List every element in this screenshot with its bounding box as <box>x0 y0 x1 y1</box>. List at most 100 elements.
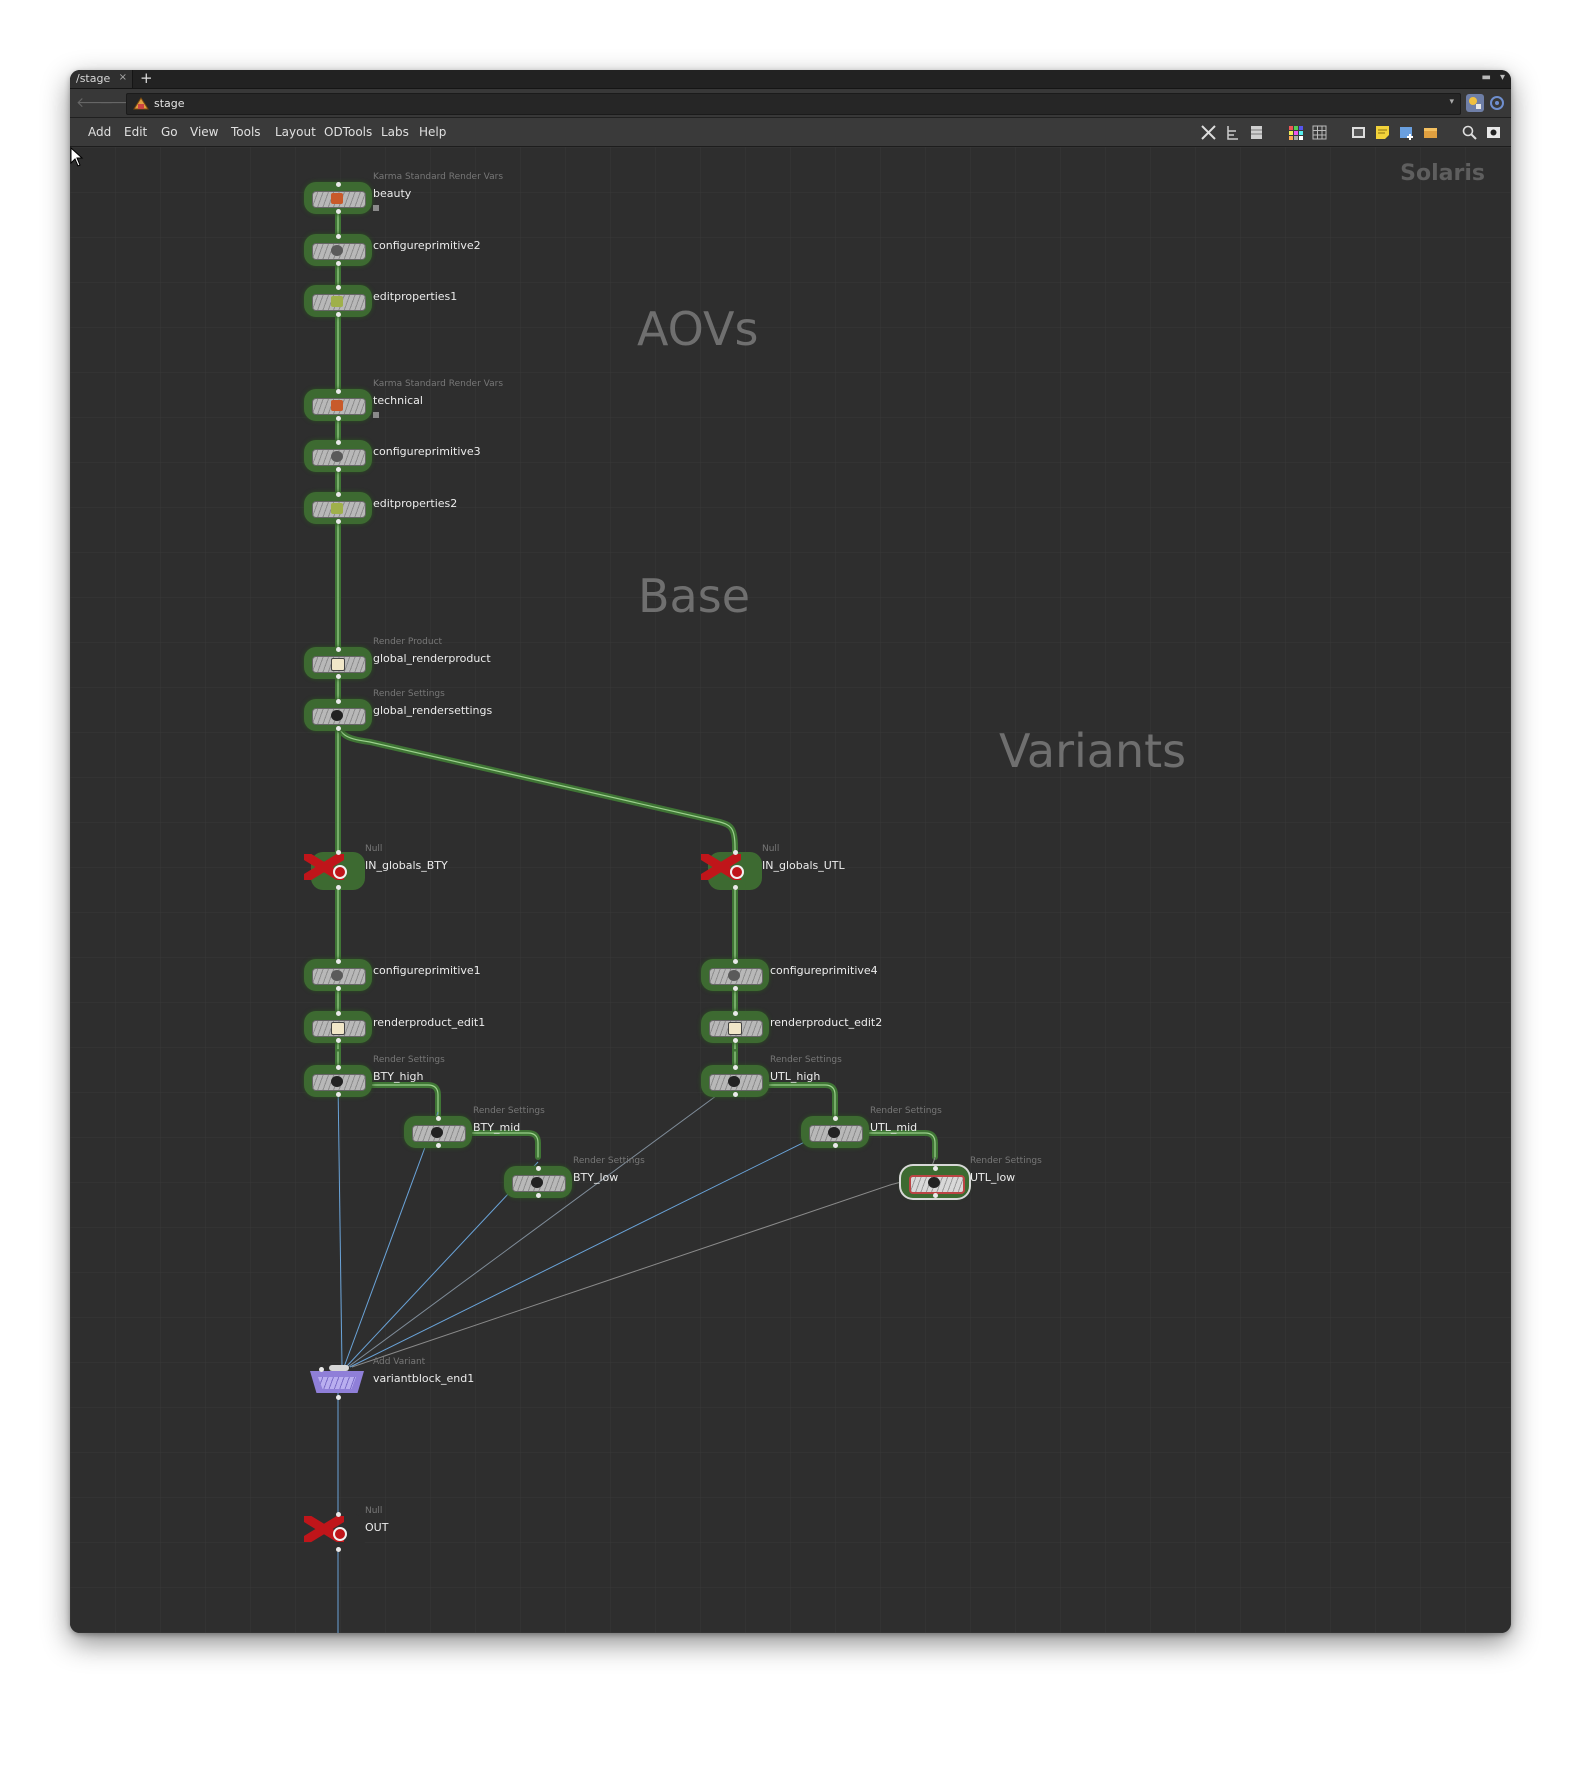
menu-tools[interactable]: Tools <box>231 125 261 139</box>
output-port[interactable] <box>933 1193 938 1198</box>
output-port[interactable] <box>336 1395 341 1400</box>
render-settings-icon <box>531 1177 543 1188</box>
node-name-label: editproperties2 <box>373 497 458 510</box>
node-type-label: Render Settings <box>373 689 445 699</box>
output-port[interactable] <box>336 1038 341 1043</box>
input-port[interactable] <box>336 1512 341 1517</box>
node-name-label: renderproduct_edit1 <box>373 1016 486 1029</box>
tab-stage[interactable]: /stage × <box>70 70 133 88</box>
render-vars-icon <box>331 193 343 204</box>
output-port[interactable] <box>733 986 738 991</box>
output-port[interactable] <box>336 261 341 266</box>
menu-add[interactable]: Add <box>88 125 111 139</box>
node-name-label: configureprimitive1 <box>373 964 481 977</box>
output-port[interactable] <box>336 416 341 421</box>
menu-edit[interactable]: Edit <box>124 125 147 139</box>
output-port[interactable] <box>833 1143 838 1148</box>
output-port[interactable] <box>336 726 341 731</box>
link-pane-icon[interactable] <box>1466 94 1484 112</box>
add-image-icon[interactable] <box>1398 124 1415 141</box>
network-path-field[interactable]: stage ▾ <box>126 93 1461 115</box>
network-wires <box>70 147 1511 1633</box>
input-port[interactable] <box>336 389 341 394</box>
list-icon[interactable] <box>1248 124 1265 141</box>
maximize-pane-icon[interactable]: ▬ <box>1482 72 1491 83</box>
grid-icon[interactable] <box>1311 124 1328 141</box>
tree-layout-icon[interactable] <box>1224 124 1241 141</box>
configure-primitive-icon <box>331 245 343 256</box>
input-port[interactable] <box>733 959 738 964</box>
input-port[interactable] <box>336 182 341 187</box>
input-port[interactable] <box>733 1065 738 1070</box>
render-vars-icon <box>331 400 343 411</box>
output-port[interactable] <box>336 986 341 991</box>
image-icon[interactable] <box>1350 124 1367 141</box>
network-canvas[interactable]: AOVs Base Variants Solaris Karma Standar… <box>70 147 1511 1633</box>
output-port[interactable] <box>436 1143 441 1148</box>
input-port[interactable] <box>336 1011 341 1016</box>
network-box-icon[interactable] <box>1422 124 1439 141</box>
null-ring-icon <box>333 865 347 879</box>
output-port[interactable] <box>336 1547 341 1552</box>
output-port[interactable] <box>536 1193 541 1198</box>
node-name-label: IN_globals_BTY <box>365 859 448 872</box>
output-port[interactable] <box>733 1092 738 1097</box>
input-port[interactable] <box>336 647 341 652</box>
input-port[interactable] <box>319 1367 324 1372</box>
render-settings-icon <box>928 1177 940 1188</box>
input-port[interactable] <box>336 850 341 855</box>
close-tab-icon[interactable]: × <box>119 72 127 83</box>
input-port[interactable] <box>933 1166 938 1171</box>
menu-layout[interactable]: Layout <box>275 125 316 139</box>
menu-view[interactable]: View <box>190 125 218 139</box>
render-settings-icon <box>431 1127 443 1138</box>
render-settings-icon <box>728 1076 740 1087</box>
node-name-label: beauty <box>373 187 412 200</box>
input-port[interactable] <box>833 1116 838 1121</box>
node-type-label: Null <box>762 844 780 854</box>
output-port[interactable] <box>336 467 341 472</box>
context-label: Solaris <box>1400 161 1485 186</box>
input-port[interactable] <box>336 234 341 239</box>
output-port[interactable] <box>733 885 738 890</box>
output-port[interactable] <box>336 209 341 214</box>
input-port[interactable] <box>336 285 341 290</box>
input-port[interactable] <box>336 492 341 497</box>
render-settings-icon <box>828 1127 840 1138</box>
wrench-icon[interactable] <box>1200 124 1217 141</box>
color-palette-icon[interactable] <box>1287 124 1304 141</box>
output-port[interactable] <box>336 885 341 890</box>
node-name-label: BTY_mid <box>473 1121 521 1134</box>
input-port[interactable] <box>336 699 341 704</box>
sticky-note-icon[interactable] <box>1374 124 1391 141</box>
network-box-aovs-title: AOVs <box>637 302 759 356</box>
input-port[interactable] <box>733 850 738 855</box>
tab-label: /stage <box>76 72 111 85</box>
pin-icon[interactable] <box>1488 94 1506 112</box>
search-icon[interactable] <box>1461 124 1478 141</box>
add-tab-button[interactable]: + <box>140 70 153 87</box>
menu-odtools[interactable]: ODTools <box>324 125 372 139</box>
input-port[interactable] <box>336 1065 341 1070</box>
menu-bar: Add Edit Go View Tools Layout ODTools La… <box>70 118 1511 147</box>
input-port[interactable] <box>336 440 341 445</box>
menu-help[interactable]: Help <box>419 125 446 139</box>
path-dropdown-icon[interactable]: ▾ <box>1449 97 1454 107</box>
path-value: stage <box>154 97 185 110</box>
output-port[interactable] <box>336 674 341 679</box>
node-name-label: OUT <box>365 1521 389 1534</box>
menu-go[interactable]: Go <box>161 125 178 139</box>
node-type-label: Render Settings <box>770 1055 842 1065</box>
eye-icon[interactable] <box>1485 124 1502 141</box>
input-port[interactable] <box>336 959 341 964</box>
output-port[interactable] <box>336 519 341 524</box>
output-port[interactable] <box>336 1092 341 1097</box>
pane-menu-icon[interactable]: ▾ <box>1500 72 1505 83</box>
input-port[interactable] <box>733 1011 738 1016</box>
output-port[interactable] <box>336 312 341 317</box>
output-port[interactable] <box>733 1038 738 1043</box>
node-name-label: configureprimitive2 <box>373 239 481 252</box>
input-port[interactable] <box>536 1166 541 1171</box>
input-port[interactable] <box>436 1116 441 1121</box>
menu-labs[interactable]: Labs <box>381 125 409 139</box>
